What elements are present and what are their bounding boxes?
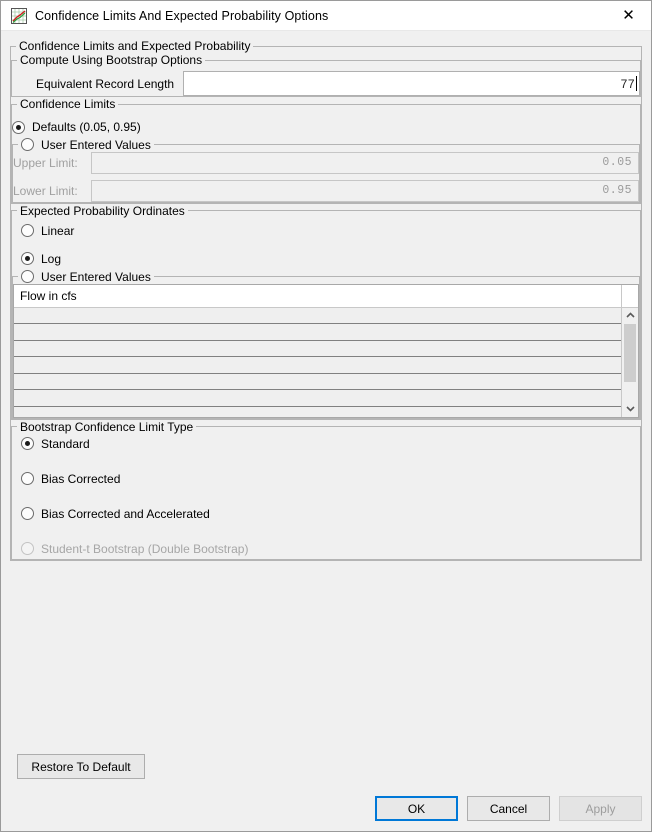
title-bar: Confidence Limits And Expected Probabili… — [1, 1, 651, 31]
scroll-up-button[interactable] — [622, 307, 638, 324]
radio-standard-indicator — [21, 437, 34, 451]
table-column-header-label: Flow in cfs — [20, 288, 77, 303]
lower-limit-label: Lower Limit: — [13, 183, 78, 198]
table-row[interactable] — [14, 307, 621, 325]
confidence-limits-user-entered-legend: User Entered Values — [18, 137, 154, 152]
confidence-limits-group: Confidence Limits Defaults (0.05, 0.95) … — [11, 97, 641, 204]
radio-bias-corrected-accelerated-indicator — [21, 507, 34, 521]
restore-to-default-button[interactable]: Restore To Default — [17, 754, 145, 779]
radio-epo-user-entered-indicator — [21, 270, 34, 284]
table-vertical-scrollbar[interactable] — [621, 284, 638, 417]
table-row[interactable] — [14, 340, 621, 358]
flow-values-table[interactable]: Flow in cfs — [13, 283, 639, 418]
lower-limit-row: Lower Limit: 0.95 — [13, 179, 639, 202]
compute-using-bootstrap-options-group: Compute Using Bootstrap Options Equivale… — [11, 53, 641, 97]
radio-student-t-bootstrap-indicator — [21, 542, 34, 556]
expected-probability-ordinates-group: Expected Probability Ordinates Linear Lo… — [11, 203, 641, 420]
bootstrap-confidence-limit-type-group: Bootstrap Confidence Limit Type Standard… — [11, 419, 641, 560]
equivalent-record-length-value: 77 — [620, 76, 635, 91]
radio-log-indicator — [21, 252, 34, 266]
table-row[interactable] — [14, 324, 621, 341]
ok-button[interactable]: OK — [375, 796, 458, 821]
equivalent-record-length-label: Equivalent Record Length — [36, 76, 175, 91]
radio-bias-corrected-accelerated[interactable]: Bias Corrected and Accelerated — [21, 504, 640, 524]
outer-group-legend: Confidence Limits and Expected Probabili… — [19, 39, 251, 53]
radio-student-t-bootstrap: Student-t Bootstrap (Double Bootstrap) — [21, 539, 640, 559]
radio-epo-user-entered[interactable]: User Entered Values — [21, 270, 151, 284]
radio-epo-user-entered-label: User Entered Values — [41, 269, 151, 284]
radio-defaults-label: Defaults (0.05, 0.95) — [32, 120, 141, 134]
scrollbar-header-pad — [622, 284, 638, 308]
radio-student-t-bootstrap-label: Student-t Bootstrap (Double Bootstrap) — [41, 541, 249, 556]
radio-bias-corrected-accelerated-label: Bias Corrected and Accelerated — [41, 506, 210, 521]
table-body: Flow in cfs — [14, 284, 621, 417]
radio-cl-user-entered[interactable]: User Entered Values — [21, 138, 151, 152]
dialog-button-bar: Restore To Default OK Cancel Apply — [1, 744, 651, 831]
chevron-down-icon — [625, 406, 635, 412]
table-row[interactable] — [14, 373, 621, 391]
table-column-header[interactable]: Flow in cfs — [14, 284, 621, 308]
expected-probability-user-entered-legend: User Entered Values — [18, 269, 154, 284]
upper-limit-input[interactable]: 0.05 — [91, 151, 639, 174]
radio-log[interactable]: Log — [21, 249, 640, 269]
dialog-window: Confidence Limits And Expected Probabili… — [0, 0, 652, 832]
table-row[interactable] — [14, 406, 621, 417]
window-title: Confidence Limits And Expected Probabili… — [35, 8, 329, 23]
table-rows — [14, 307, 621, 417]
equivalent-record-length-input[interactable]: 77 — [183, 71, 640, 96]
radio-bias-corrected[interactable]: Bias Corrected — [21, 469, 640, 489]
scrollbar-track[interactable] — [622, 323, 638, 401]
confidence-limits-and-expected-probability-group: Confidence Limits and Expected Probabili… — [10, 39, 642, 561]
confidence-limits-user-entered-group: User Entered Values Upper Limit: 0.05 Lo… — [12, 137, 640, 203]
equivalent-record-length-row: Equivalent Record Length 77 — [12, 71, 640, 96]
lower-limit-input[interactable]: 0.95 — [91, 179, 639, 202]
radio-defaults[interactable]: Defaults (0.05, 0.95) — [12, 117, 640, 137]
radio-linear[interactable]: Linear — [21, 221, 640, 241]
radio-bias-corrected-label: Bias Corrected — [41, 471, 121, 486]
radio-standard-label: Standard — [41, 436, 90, 451]
radio-log-label: Log — [41, 251, 62, 266]
bootstrap-limit-type-legend: Bootstrap Confidence Limit Type — [20, 419, 194, 434]
radio-cl-user-entered-label: User Entered Values — [41, 137, 151, 152]
chart-plot-icon — [11, 7, 27, 24]
chevron-up-icon — [625, 312, 635, 318]
radio-linear-indicator — [21, 224, 34, 238]
lower-limit-value: 0.95 — [602, 184, 632, 198]
dialog-content: Confidence Limits and Expected Probabili… — [1, 31, 651, 831]
upper-limit-value: 0.05 — [602, 156, 632, 170]
scroll-down-button[interactable] — [622, 400, 638, 417]
radio-cl-user-entered-indicator — [21, 138, 34, 152]
confidence-limits-legend: Confidence Limits — [20, 97, 116, 111]
close-button[interactable]: ✕ — [606, 1, 651, 30]
expected-probability-legend: Expected Probability Ordinates — [20, 203, 185, 218]
scrollbar-thumb[interactable] — [624, 323, 636, 382]
radio-bias-corrected-indicator — [21, 472, 34, 486]
text-caret — [636, 76, 637, 91]
radio-linear-label: Linear — [41, 223, 75, 238]
upper-limit-label: Upper Limit: — [13, 155, 78, 170]
bootstrap-options-legend: Compute Using Bootstrap Options — [20, 53, 203, 67]
close-icon: ✕ — [622, 6, 635, 24]
dialog-action-buttons: OK Cancel Apply — [375, 796, 642, 821]
radio-standard[interactable]: Standard — [21, 434, 640, 454]
cancel-button[interactable]: Cancel — [467, 796, 550, 821]
table-row[interactable] — [14, 390, 621, 407]
table-row[interactable] — [14, 357, 621, 374]
radio-defaults-indicator — [12, 120, 25, 134]
upper-limit-row: Upper Limit: 0.05 — [13, 151, 639, 174]
apply-button: Apply — [559, 796, 642, 821]
expected-probability-user-entered-group: User Entered Values Flow in cfs — [12, 268, 640, 419]
